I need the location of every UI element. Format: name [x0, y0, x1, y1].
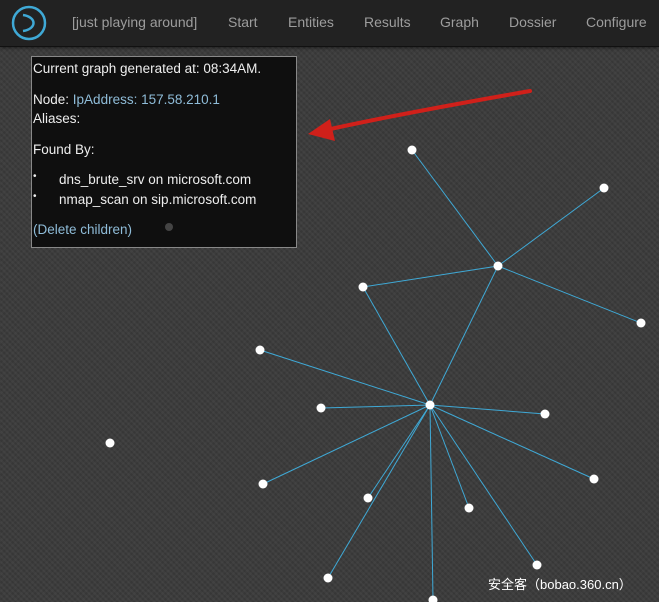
graph-node[interactable] [599, 183, 609, 193]
graph-edge [429, 404, 434, 601]
graph-node[interactable] [316, 403, 326, 413]
bullet-icon: • [33, 171, 37, 182]
graph-edges [259, 149, 642, 601]
graph-node[interactable] [358, 282, 368, 292]
graph-node[interactable] [589, 474, 599, 484]
graph-node[interactable] [428, 595, 438, 602]
nav-configure[interactable]: Configure [586, 14, 647, 30]
node-line: Node: IpAddress: 157.58.210.1 [33, 92, 220, 107]
graph-edge [259, 349, 431, 406]
graph-node[interactable] [255, 345, 265, 355]
nav-graph[interactable]: Graph [440, 14, 479, 30]
graph-node[interactable] [425, 400, 435, 410]
graph-edge [327, 404, 431, 579]
graph-edge [497, 187, 605, 267]
graph-node[interactable] [464, 503, 474, 513]
graph-edge [429, 265, 499, 406]
nav-dossier[interactable]: Dossier [509, 14, 556, 30]
graph-node[interactable] [493, 261, 503, 271]
nav-start[interactable]: Start [228, 14, 258, 30]
aliases-label: Aliases: [33, 111, 81, 126]
graph-edge [411, 149, 499, 267]
graph-node[interactable] [540, 409, 550, 419]
graph-edge [320, 404, 431, 409]
graph-edge [262, 404, 431, 485]
nav-entities[interactable]: Entities [288, 14, 334, 30]
graph-node[interactable] [363, 493, 373, 503]
graph-node[interactable] [105, 438, 115, 448]
graph-node[interactable] [636, 318, 646, 328]
graph-edge [367, 404, 431, 499]
ring-logo-icon[interactable] [11, 5, 47, 41]
watermark: 安全客（bobao.360.cn） [488, 577, 632, 592]
navbar: [just playing around] Start Entities Res… [0, 0, 659, 47]
red-arrow-icon [308, 89, 532, 141]
nav-project[interactable]: [just playing around] [72, 14, 197, 30]
graph-node[interactable] [323, 573, 333, 583]
nav-results[interactable]: Results [364, 14, 411, 30]
graph-node[interactable] [407, 145, 417, 155]
found-by-label: Found By: [33, 142, 95, 157]
bullet-icon: • [33, 191, 37, 202]
graph-node[interactable] [532, 560, 542, 570]
node-label: Node: [33, 92, 70, 107]
delete-children-link[interactable]: (Delete children) [33, 222, 132, 237]
graph-edge [362, 265, 499, 288]
graph-edge [362, 286, 431, 406]
node-value-link[interactable]: IpAddress: 157.58.210.1 [73, 92, 220, 107]
graph-generated-time: Current graph generated at: 08:34AM. [33, 61, 262, 76]
node-info-panel: Current graph generated at: 08:34AM. Nod… [31, 56, 297, 248]
graph-edge [497, 265, 642, 324]
loading-dot-icon [165, 223, 173, 231]
graph-node[interactable] [258, 479, 268, 489]
